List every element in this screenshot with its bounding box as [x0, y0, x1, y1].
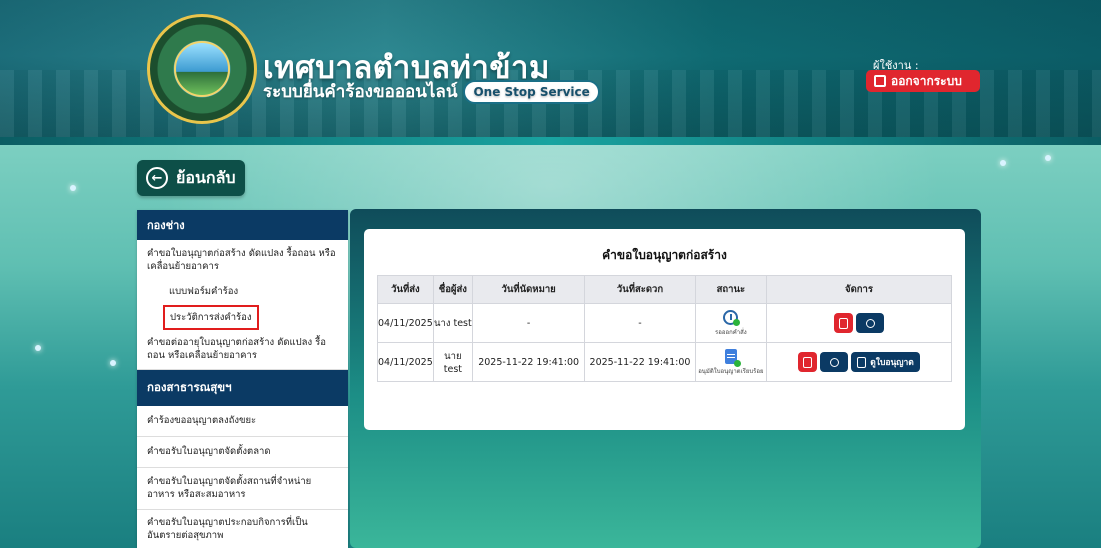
sidebar-item-building-permit[interactable]: คำขอใบอนุญาตก่อสร้าง ดัดแปลง รื้อถอน หรื…: [137, 240, 348, 278]
table-header-row: วันที่ส่ง ชื่อผู้ส่ง วันที่นัดหมาย วันที…: [377, 275, 952, 304]
header-divider: [0, 137, 1101, 145]
cell-sender: นาย test: [432, 342, 473, 382]
cell-status: อนุมัติใบอนุญาตเรียบร้อย: [694, 342, 768, 382]
site-subtitle-row: ระบบยื่นคำร้องขอออนไลน์ One Stop Service: [263, 78, 600, 105]
column-header: วันที่สะดวก: [584, 275, 696, 304]
cell-convenient: -: [584, 303, 696, 343]
cell-sent-date: 04/11/2025: [377, 303, 434, 343]
table-row: 04/11/2025 นาง test - - รอออกคำสั่ง: [377, 303, 952, 343]
seal-emblem: [174, 41, 230, 97]
sidebar-item-garbage-bin[interactable]: คำร้องขออนุญาตลงถังขยะ: [137, 406, 348, 437]
check-badge-icon: [733, 318, 741, 326]
cell-actions: ดูใบอนุญาต: [766, 342, 952, 382]
clock-icon: [723, 309, 741, 326]
cell-actions: [766, 303, 952, 343]
logout-button[interactable]: ออกจากระบบ: [866, 70, 980, 92]
request-history-card: คำขอใบอนุญาตก่อสร้าง วันที่ส่ง ชื่อผู้ส่…: [364, 229, 965, 430]
light-dot-decoration: [70, 185, 76, 191]
cell-sender: นาง test: [432, 303, 473, 343]
column-header: วันที่ส่ง: [377, 275, 434, 304]
sidebar-section-title: กองสาธารณสุขฯ: [137, 370, 348, 406]
municipality-seal-logo: [147, 14, 257, 124]
light-dot-decoration: [1045, 155, 1051, 161]
pdf-icon: [803, 356, 813, 368]
sidebar-subitem-label: ประวัติการส่งคำร้อง: [163, 304, 259, 330]
search-icon: [829, 357, 839, 367]
status-indicator: อนุมัติใบอนุญาตเรียบร้อย: [696, 348, 766, 376]
column-header: จัดการ: [766, 275, 952, 304]
card-title: คำขอใบอนุญาตก่อสร้าง: [602, 248, 727, 262]
pdf-button[interactable]: [798, 352, 818, 372]
back-label: ย้อนกลับ: [176, 167, 236, 187]
logout-label: ออกจากระบบ: [891, 73, 962, 88]
sidebar-subitem-label: แบบฟอร์มคำร้อง: [169, 285, 239, 297]
sidebar-subitem-submission-history[interactable]: ประวัติการส่งคำร้อง: [137, 304, 348, 330]
light-dot-decoration: [1000, 160, 1006, 166]
sidebar-item-health-hazard-permit[interactable]: คำขอรับใบอนุญาตประกอบกิจการที่เป็นอันตรา…: [137, 510, 348, 548]
document-icon: [857, 356, 867, 368]
logout-icon: [874, 75, 886, 87]
column-header: สถานะ: [694, 275, 768, 304]
sidebar-section-title: กองช่าง: [137, 210, 348, 240]
light-dot-decoration: [35, 345, 41, 351]
column-header: วันที่นัดหมาย: [471, 275, 586, 304]
one-stop-service-badge: One Stop Service: [463, 79, 600, 104]
cell-appointment: 2025-11-22 19:41:00: [471, 342, 586, 382]
light-dot-decoration: [110, 360, 116, 366]
view-permit-label: ดูใบอนุญาต: [870, 358, 914, 368]
column-header: ชื่อผู้ส่ง: [432, 275, 473, 304]
site-subtitle: ระบบยื่นคำร้องขอออนไลน์: [263, 82, 458, 102]
status-indicator: รอออกคำสั่ง: [696, 309, 766, 337]
search-icon: [865, 318, 875, 328]
view-details-button[interactable]: [820, 352, 849, 372]
view-details-button[interactable]: [856, 313, 885, 333]
sidebar-subitem-request-form[interactable]: แบบฟอร์มคำร้อง: [137, 278, 348, 304]
sidebar-item-food-shop-permit[interactable]: คำขอรับใบอนุญาตจัดตั้งสถานที่จำหน่ายอาหา…: [137, 468, 348, 510]
check-badge-icon: [733, 359, 741, 367]
pdf-icon: [839, 317, 848, 329]
cell-appointment: -: [471, 303, 586, 343]
sidebar-item-permit-renewal[interactable]: คำขอต่ออายุใบอนุญาตก่อสร้าง ดัดแปลง รื้อ…: [137, 330, 348, 370]
cell-sent-date: 04/11/2025: [377, 342, 434, 382]
cell-status: รอออกคำสั่ง: [694, 303, 768, 343]
cell-convenient: 2025-11-22 19:41:00: [584, 342, 696, 382]
status-text: อนุมัติใบอนุญาตเรียบร้อย: [698, 367, 764, 375]
view-permit-button[interactable]: ดูใบอนุญาต: [851, 352, 920, 372]
status-text: รอออกคำสั่ง: [715, 328, 747, 336]
sidebar-item-market-permit[interactable]: คำขอรับใบอนุญาตจัดตั้งตลาด: [137, 437, 348, 468]
table-row: 04/11/2025 นาย test 2025-11-22 19:41:00 …: [377, 342, 952, 382]
arrow-left-icon: ←: [146, 167, 168, 189]
sidebar: กองช่าง คำขอใบอนุญาตก่อสร้าง ดัดแปลง รื้…: [137, 210, 348, 548]
request-table: วันที่ส่ง ชื่อผู้ส่ง วันที่นัดหมาย วันที…: [377, 275, 952, 382]
back-button[interactable]: ← ย้อนกลับ: [137, 160, 245, 196]
pdf-button[interactable]: [834, 313, 853, 333]
document-approved-icon: [724, 348, 741, 367]
